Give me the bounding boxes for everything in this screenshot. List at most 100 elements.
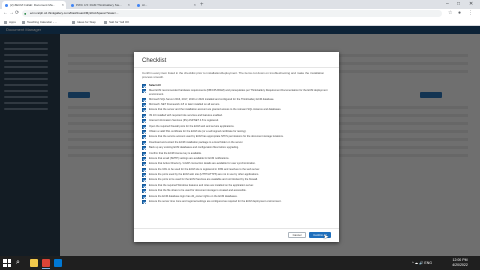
bookmark-item[interactable]: Apps <box>4 18 16 26</box>
new-tab-button[interactable]: + <box>200 1 204 9</box>
checkbox-checked-icon[interactable] <box>142 183 146 188</box>
checklist-item-label: Ensure that the service account used by … <box>149 135 284 139</box>
checklist-item[interactable]: Ensure that the required Windows feature… <box>142 183 332 188</box>
close-tab-icon[interactable]: × <box>128 1 130 9</box>
checklist-item-label: Ensure the ECM database login has db_own… <box>149 194 238 198</box>
checklist-item[interactable]: Back up any existing ECM databases and c… <box>142 146 332 151</box>
checklist-item[interactable]: Ensure that the file share to be used fo… <box>142 189 332 194</box>
start-button[interactable] <box>3 259 11 267</box>
bookmarks-bar: Apps Teaching Calendar - ... Ideas for S… <box>0 18 480 26</box>
bookmark-icon <box>72 20 75 24</box>
bookmark-star-icon[interactable]: ☆ <box>448 10 452 17</box>
checkbox-checked-icon[interactable] <box>142 173 146 178</box>
checklist-item-label: Select All <box>149 84 161 87</box>
checkbox-checked-icon[interactable] <box>142 151 146 156</box>
forward-button[interactable]: → <box>9 10 14 17</box>
checklist-item[interactable]: Ensure that Active Directory / LDAP conn… <box>142 162 332 167</box>
close-window-button[interactable]: ✕ <box>469 0 473 9</box>
profile-avatar[interactable]: ● <box>458 10 461 17</box>
chrome-icon[interactable] <box>42 259 50 267</box>
file-explorer-icon[interactable] <box>30 259 38 267</box>
checkbox-checked-icon[interactable] <box>142 140 146 145</box>
system-tray[interactable]: ^ ☁ 🔊 ENG <box>412 256 432 270</box>
close-tab-icon[interactable]: × <box>62 1 64 9</box>
minimize-button[interactable]: – <box>446 0 449 9</box>
checklist-item-label: IIS 10 installed with required role serv… <box>149 113 223 117</box>
url-input[interactable]: ● ecm.ralph.cd.thinkgallery.com/Dashboar… <box>22 10 442 17</box>
tab-favicon-icon <box>137 3 140 7</box>
checkbox-checked-icon[interactable] <box>142 167 146 172</box>
checkbox-checked-icon[interactable] <box>142 84 146 88</box>
checkbox-checked-icon[interactable] <box>142 108 146 113</box>
checklist-item[interactable]: Open the required firewall ports for the… <box>142 124 332 129</box>
checkbox-checked-icon[interactable] <box>142 129 146 134</box>
checkbox-checked-icon[interactable] <box>142 200 146 205</box>
windows-logo-icon <box>7 259 11 263</box>
search-icon[interactable]: ⌕ <box>16 259 20 267</box>
checklist-item[interactable]: Obtain a valid SSL certificate for the E… <box>142 129 332 134</box>
checklist-item[interactable]: Meet ECM recommended hardware requiremen… <box>142 89 332 96</box>
clock[interactable]: 12:00 PM 4/20/2022 <box>446 258 474 268</box>
checklist-item[interactable]: Download and extract the ECM installatio… <box>142 140 332 145</box>
close-tab-icon[interactable]: × <box>194 1 196 9</box>
checklist-item[interactable]: Ensure the URL to be used for the ECM si… <box>142 167 332 172</box>
browser-tab-strip: (2) #ECM Collab: Document Ma... × PWC 4.… <box>0 0 480 9</box>
checkbox-checked-icon[interactable] <box>142 162 146 167</box>
checklist-item[interactable]: Microsoft SQL Server 2016, 2017, 2019 or… <box>142 97 332 102</box>
checklist-item-label: Ensure that the server and the installat… <box>149 108 282 112</box>
taskbar: ⌕ ^ ☁ 🔊 ENG 12:00 PM 4/20/2022 <box>0 256 480 270</box>
checklist-item-label: Ensure that email (SMTP) settings are av… <box>149 156 230 160</box>
checklist-item[interactable]: Ensure that email (SMTP) settings are av… <box>142 156 332 161</box>
clock-date: 4/20/2022 <box>452 263 468 267</box>
checklist-item[interactable]: Microsoft .NET Framework 4.8 or later in… <box>142 102 332 107</box>
bookmark-item[interactable]: Ideas for Stap <box>72 18 96 26</box>
checkbox-checked-icon[interactable] <box>142 119 146 124</box>
checkbox-checked-icon[interactable] <box>142 194 146 199</box>
browser-menu-icon[interactable]: ⋮ <box>468 10 473 17</box>
bookmark-item[interactable]: Teaching Calendar - ... <box>22 18 57 26</box>
checkbox-checked-icon[interactable] <box>142 97 146 102</box>
checkbox-checked-icon[interactable] <box>142 146 146 151</box>
url-text: ecm.ralph.cd.thinkgallery.com/Dashboard/… <box>30 11 119 15</box>
checklist-item-label: Ensure the ports to be used for the ECM … <box>149 178 258 182</box>
dialog-intro-text: Confirm every item listed in the checkli… <box>142 71 325 79</box>
checklist-item-label: Ensure that Active Directory / LDAP conn… <box>149 162 256 166</box>
checkbox-checked-icon[interactable] <box>142 102 146 107</box>
checkbox-checked-icon[interactable] <box>142 113 146 118</box>
checklist-item[interactable]: Ensure the ECM database login has db_own… <box>142 194 332 199</box>
browser-tab[interactable]: Ar... × <box>134 1 198 9</box>
windows-logo-icon <box>3 263 7 267</box>
checklist-item-label: Ensure that the file share to be used fo… <box>149 189 247 193</box>
maximize-button[interactable]: □ <box>457 0 460 9</box>
browser-tab[interactable]: PWC 4.5: RAM ThinkGallery Ste... × <box>68 1 132 9</box>
tab-label: PWC 4.5: RAM ThinkGallery Ste... <box>76 3 122 7</box>
tab-label: Ar... <box>142 3 148 7</box>
checklist-item[interactable]: Ensure that the server and the installat… <box>142 108 332 113</box>
checklist-item[interactable]: Ensure the ports to be used for the ECM … <box>142 178 332 183</box>
checkbox-checked-icon[interactable] <box>142 89 146 94</box>
checklist-item-label: Ensure the URL to be used for the ECM si… <box>149 167 260 171</box>
checkbox-checked-icon[interactable] <box>142 156 146 161</box>
browser-tab-active[interactable]: (2) #ECM Collab: Document Ma... × <box>2 1 66 9</box>
edge-icon[interactable] <box>54 259 62 267</box>
checklist-item[interactable]: Ensure that the service account used by … <box>142 135 332 140</box>
checklist-item[interactable]: IIS 10 installed with required role serv… <box>142 113 332 118</box>
checklist-item[interactable]: Ensure the ports used by the ECM web sit… <box>142 173 332 178</box>
checkbox-checked-icon[interactable] <box>142 189 146 194</box>
cancel-button[interactable]: Cancel <box>288 232 306 238</box>
checklist-item[interactable]: Internet Information Services (IIS) ASP.… <box>142 119 332 124</box>
checkbox-checked-icon[interactable] <box>142 124 146 129</box>
tab-favicon-icon <box>71 3 74 7</box>
checkbox-checked-icon[interactable] <box>142 178 146 183</box>
checklist-item-label: Ensure the server time zone and regional… <box>149 200 282 204</box>
bookmark-item[interactable]: Salt for Yall OK <box>104 18 129 26</box>
checklist-item[interactable]: Ensure the server time zone and regional… <box>142 200 332 205</box>
reload-button[interactable]: ⟳ <box>15 10 19 17</box>
checkbox-checked-icon[interactable] <box>142 135 146 140</box>
tab-label: (2) #ECM Collab: Document Ma... <box>10 3 56 7</box>
select-all-row[interactable]: Select All <box>142 84 332 88</box>
checklist-item-label: Ensure that the required Windows feature… <box>149 183 254 187</box>
back-button[interactable]: ← <box>3 10 8 17</box>
checklist-item[interactable]: Confirm that the ECM license key is avai… <box>142 151 332 156</box>
address-bar-row: ← → ⟳ ● ecm.ralph.cd.thinkgallery.com/Da… <box>0 9 480 18</box>
